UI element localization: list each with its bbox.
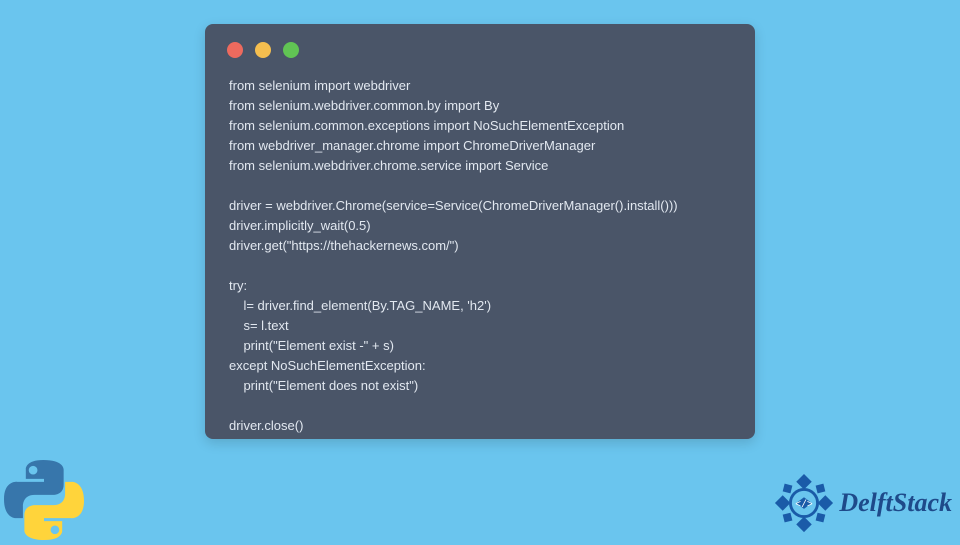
delftstack-icon: </> bbox=[773, 472, 835, 534]
window-controls bbox=[205, 24, 755, 68]
svg-text:</>: </> bbox=[796, 499, 814, 510]
code-window: from selenium import webdriver from sele… bbox=[205, 24, 755, 439]
maximize-icon bbox=[283, 42, 299, 58]
close-icon bbox=[227, 42, 243, 58]
code-content: from selenium import webdriver from sele… bbox=[205, 68, 755, 456]
delftstack-label: DelftStack bbox=[839, 488, 952, 518]
python-logo-icon bbox=[0, 460, 88, 540]
minimize-icon bbox=[255, 42, 271, 58]
delftstack-logo: </> DelftStack bbox=[773, 472, 952, 534]
